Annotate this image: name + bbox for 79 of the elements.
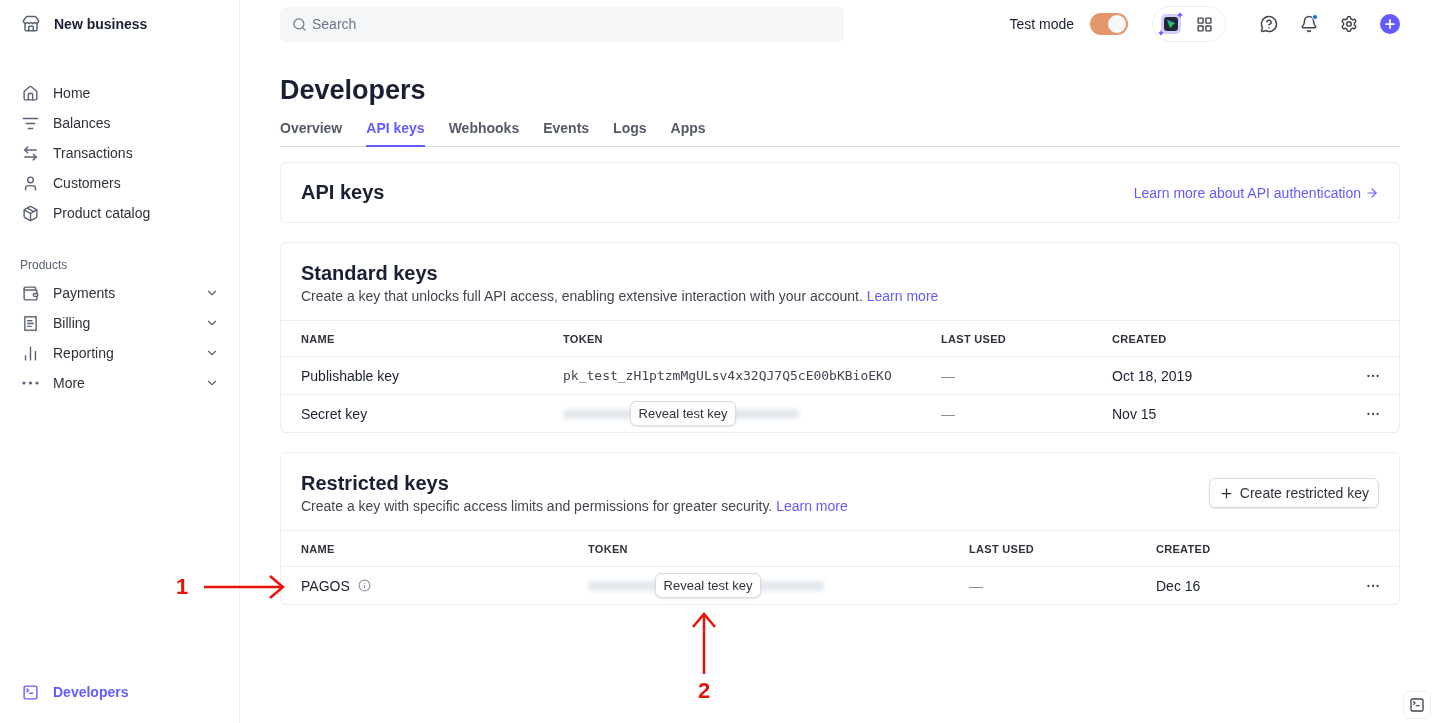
annotation-arrow: [690, 612, 718, 676]
column-header: TOKEN: [588, 542, 629, 555]
last-used: —: [941, 405, 956, 422]
created-date: Nov 15: [1112, 405, 1158, 422]
created-date: Dec 16: [1156, 577, 1202, 594]
store-icon: [22, 15, 40, 33]
learn-more-link[interactable]: Learn more: [776, 498, 848, 514]
column-header: CREATED: [1112, 332, 1168, 345]
box-icon: [22, 204, 39, 222]
reveal-key-button[interactable]: Reveal test key: [629, 401, 737, 426]
create-restricted-key-button[interactable]: Create restricted key: [1208, 478, 1379, 508]
column-header: NAME: [301, 332, 336, 345]
api-auth-link[interactable]: Learn more about API authentication: [1133, 184, 1379, 201]
tab[interactable]: Logs: [613, 120, 647, 147]
created-date: Oct 18, 2019: [1112, 367, 1194, 384]
plus-icon: [1383, 17, 1397, 31]
page-title: Developers: [280, 75, 427, 106]
nav-item[interactable]: More: [22, 368, 219, 398]
column-header: LAST USED: [969, 542, 1036, 555]
home-icon: [22, 84, 39, 102]
help-icon[interactable]: [1260, 15, 1278, 33]
assistant-icon[interactable]: [1158, 11, 1184, 37]
tab[interactable]: API keys: [366, 120, 425, 147]
reveal-key-button[interactable]: Reveal test key: [654, 573, 762, 598]
plus-icon: [1218, 485, 1234, 501]
account-name[interactable]: New business: [54, 16, 148, 32]
more-icon[interactable]: [1367, 583, 1379, 588]
nav-item[interactable]: Billing: [22, 308, 219, 338]
nav-item[interactable]: Developers: [22, 677, 219, 707]
user-icon: [22, 174, 39, 192]
tab[interactable]: Events: [543, 120, 590, 147]
wallet-icon: [22, 284, 39, 302]
ellipsis-icon: [22, 381, 39, 385]
nav-item[interactable]: Home: [22, 78, 219, 108]
create-button[interactable]: [1380, 14, 1400, 34]
more-icon[interactable]: [1367, 411, 1379, 416]
test-mode-toggle[interactable]: [1090, 13, 1128, 35]
token-value: pk_test_zH1ptzmMgULsv4x32QJ7Q5cE00bKBioEKO: [563, 368, 892, 383]
card-description: Create a key with specific access limits and permissions for greater security. Learn more: [301, 498, 848, 514]
nav-item[interactable]: Balances: [22, 108, 219, 138]
arrows-icon: [22, 144, 39, 162]
column-header: NAME: [301, 542, 336, 555]
key-name: Secret key: [301, 405, 368, 422]
last-used: —: [941, 367, 956, 384]
bar-chart-icon: [22, 344, 39, 362]
info-icon[interactable]: [357, 579, 371, 592]
column-header: LAST USED: [941, 332, 1008, 345]
test-mode-label: Test mode: [1009, 16, 1074, 32]
column-header: TOKEN: [563, 332, 604, 345]
receipt-icon: [22, 314, 39, 332]
notifications-icon[interactable]: [1300, 15, 1318, 33]
learn-more-link[interactable]: Learn more: [866, 288, 939, 304]
terminal-icon: [1409, 697, 1425, 713]
nav-item[interactable]: Transactions: [22, 138, 219, 168]
card-description: Create a key that unlocks full API access, enabling extensive interaction with your account. Learn more: [301, 288, 939, 304]
tab[interactable]: Apps: [670, 120, 706, 147]
nav-item[interactable]: Customers: [22, 168, 219, 198]
section-title: Products: [20, 258, 69, 272]
more-icon[interactable]: [1367, 373, 1379, 378]
annotation-number: 1: [176, 574, 189, 600]
key-name: Publishable key: [301, 367, 400, 384]
card-title: API keys: [301, 181, 385, 204]
key-name: PAGOS: [301, 577, 350, 594]
card-title: Restricted keys: [301, 472, 450, 495]
nav-item[interactable]: Reporting: [22, 338, 219, 368]
search-field[interactable]: Search: [280, 6, 844, 42]
nav-item[interactable]: Product catalog: [22, 198, 219, 228]
tab[interactable]: Webhooks: [448, 120, 520, 147]
apps-grid-icon[interactable]: [1196, 15, 1213, 33]
last-used: —: [969, 577, 984, 594]
terminal-icon: [22, 683, 39, 701]
column-header: CREATED: [1156, 542, 1212, 555]
annotation-number: 2: [697, 678, 711, 704]
search-icon: [292, 16, 307, 32]
terminal-button[interactable]: [1403, 691, 1431, 719]
settings-icon[interactable]: [1340, 15, 1358, 33]
tab[interactable]: Overview: [280, 120, 343, 147]
nav-item[interactable]: Payments: [22, 278, 219, 308]
card-title: Standard keys: [301, 262, 439, 285]
